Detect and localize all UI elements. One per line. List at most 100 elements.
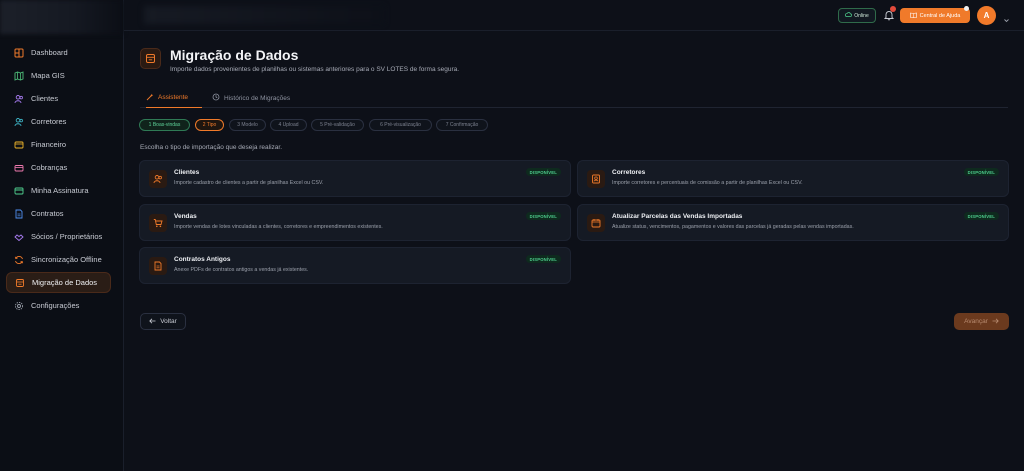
tab-historico[interactable]: Histórico de Migrações xyxy=(212,88,322,108)
card-description: Importe corretores e percentuais de comi… xyxy=(612,180,803,186)
card-description: Importe cadastro de clientes a partir de… xyxy=(174,180,324,186)
status-badge: DISPONÍVEL xyxy=(525,168,561,176)
sidebar-item-label: Financeiro xyxy=(31,140,67,149)
sidebar-nav: Dashboard Mapa GIS Clientes Corretores F… xyxy=(6,42,111,318)
import-card-contratos[interactable]: Contratos Antigos Anexe PDFs de contrato… xyxy=(139,247,571,284)
step-upload[interactable]: 4 Upload xyxy=(270,119,307,131)
page-subtitle: Importe dados provenientes de planilhas … xyxy=(170,66,460,73)
gear-icon xyxy=(14,301,24,311)
sync-icon xyxy=(14,255,24,265)
card-icon xyxy=(14,186,24,196)
online-label: Online xyxy=(854,12,869,19)
dashboard-icon xyxy=(14,48,24,58)
users-icon xyxy=(149,170,167,188)
status-badge: DISPONÍVEL xyxy=(525,212,561,220)
sidebar-item-cobrancas[interactable]: Cobranças xyxy=(6,157,111,178)
online-status-badge[interactable]: Online xyxy=(838,8,876,23)
card-description: Atualize status, vencimentos, pagamentos… xyxy=(612,224,854,230)
sidebar-item-label: Corretores xyxy=(31,117,67,126)
sidebar-item-sincronizacao[interactable]: Sincronização Offline xyxy=(6,249,111,270)
next-label: Avançar xyxy=(964,318,988,325)
card-title: Clientes xyxy=(174,169,200,176)
import-card-corretores[interactable]: Corretores Importe corretores e percentu… xyxy=(577,160,1009,197)
map-icon xyxy=(14,70,24,81)
migration-header-icon xyxy=(140,48,161,69)
notification-badge xyxy=(890,6,896,12)
help-center-button[interactable]: Central de Ajuda xyxy=(900,8,970,23)
page-title: Migração de Dados xyxy=(170,47,299,63)
sidebar-item-label: Cobranças xyxy=(31,163,68,172)
tab-label: Histórico de Migrações xyxy=(224,94,291,102)
sidebar-item-migracao[interactable]: Migração de Dados xyxy=(6,272,111,293)
tabs: Assistente Histórico de Migrações xyxy=(140,88,1008,108)
partners-icon xyxy=(14,232,24,242)
card-description: Anexe PDFs de contratos antigos a vendas… xyxy=(174,267,309,273)
step-tipo[interactable]: 2 Tipo xyxy=(195,119,224,131)
main-content: Migração de Dados Importe dados provenie… xyxy=(124,31,1024,471)
status-badge: DISPONÍVEL xyxy=(963,168,999,176)
cart-icon xyxy=(149,214,167,232)
back-button[interactable]: Voltar xyxy=(140,313,186,330)
sidebar-item-label: Sócios / Proprietários xyxy=(31,232,103,241)
instruction-text: Escolha o tipo de importação que deseja … xyxy=(140,144,283,151)
status-badge: DISPONÍVEL xyxy=(525,255,561,263)
sidebar-item-corretores[interactable]: Corretores xyxy=(6,111,111,132)
logo-area xyxy=(0,0,124,34)
arrow-left-icon xyxy=(149,318,156,326)
card-title: Corretores xyxy=(612,169,646,176)
arrow-right-icon xyxy=(992,318,999,326)
step-pre-validacao[interactable]: 5 Pré-validação xyxy=(311,119,364,131)
step-confirmacao[interactable]: 7 Confirmação xyxy=(436,119,488,131)
wallet-icon xyxy=(14,140,24,150)
book-icon xyxy=(909,12,917,20)
topbar-blurred-area xyxy=(144,6,384,24)
tab-assistente[interactable]: Assistente xyxy=(146,88,202,108)
topbar: Online Central de Ajuda A xyxy=(124,0,1024,31)
import-card-clientes[interactable]: Clientes Importe cadastro de clientes a … xyxy=(139,160,571,197)
sidebar-item-label: Mapa GIS xyxy=(31,71,65,80)
sidebar-item-label: Configurações xyxy=(31,301,80,310)
users-icon xyxy=(14,94,24,104)
tab-label: Assistente xyxy=(158,94,188,101)
card-title: Atualizar Parcelas das Vendas Importadas xyxy=(612,213,743,220)
card-title: Vendas xyxy=(174,213,197,220)
avatar[interactable]: A xyxy=(977,6,996,25)
sidebar-item-financeiro[interactable]: Financeiro xyxy=(6,134,111,155)
chevron-down-icon[interactable] xyxy=(1003,11,1010,23)
sidebar-item-label: Clientes xyxy=(31,94,59,103)
sidebar-item-label: Dashboard xyxy=(31,48,68,57)
bill-icon xyxy=(14,163,24,173)
sidebar-item-configuracoes[interactable]: Configurações xyxy=(6,295,111,316)
history-icon xyxy=(212,93,220,103)
sidebar-item-label: Contratos xyxy=(31,209,64,218)
import-card-vendas[interactable]: Vendas Importe vendas de lotes vinculada… xyxy=(139,204,571,241)
step-boas-vindas[interactable]: 1 Boas-vindas xyxy=(139,119,190,131)
id-card-icon xyxy=(587,170,605,188)
card-description: Importe vendas de lotes vinculadas a cli… xyxy=(174,224,383,230)
step-pre-visualizacao[interactable]: 6 Pré-visualização xyxy=(369,119,432,131)
step-modelo[interactable]: 3 Modelo xyxy=(229,119,266,131)
sidebar-item-dashboard[interactable]: Dashboard xyxy=(6,42,111,63)
help-indicator-dot xyxy=(964,6,969,11)
calendar-icon xyxy=(587,214,605,232)
status-badge: DISPONÍVEL xyxy=(963,212,999,220)
sidebar-item-contratos[interactable]: Contratos xyxy=(6,203,111,224)
back-label: Voltar xyxy=(160,318,177,325)
document-icon xyxy=(149,257,167,275)
next-button[interactable]: Avançar xyxy=(954,313,1009,330)
sidebar-item-socios[interactable]: Sócios / Proprietários xyxy=(6,226,111,247)
sidebar: Dashboard Mapa GIS Clientes Corretores F… xyxy=(0,0,124,471)
document-icon xyxy=(14,209,24,219)
sidebar-item-minha-assinatura[interactable]: Minha Assinatura xyxy=(6,180,111,201)
sidebar-item-label: Sincronização Offline xyxy=(31,255,102,264)
help-center-label: Central de Ajuda xyxy=(919,12,961,19)
sidebar-item-clientes[interactable]: Clientes xyxy=(6,88,111,109)
import-card-parcelas[interactable]: Atualizar Parcelas das Vendas Importadas… xyxy=(577,204,1009,241)
cloud-icon xyxy=(845,12,853,19)
user-tie-icon xyxy=(14,117,24,127)
sidebar-item-label: Minha Assinatura xyxy=(31,186,89,195)
sidebar-item-label: Migração de Dados xyxy=(32,278,98,287)
sidebar-item-mapa-gis[interactable]: Mapa GIS xyxy=(6,65,111,86)
magic-wand-icon xyxy=(146,93,154,103)
migration-icon xyxy=(15,278,25,288)
